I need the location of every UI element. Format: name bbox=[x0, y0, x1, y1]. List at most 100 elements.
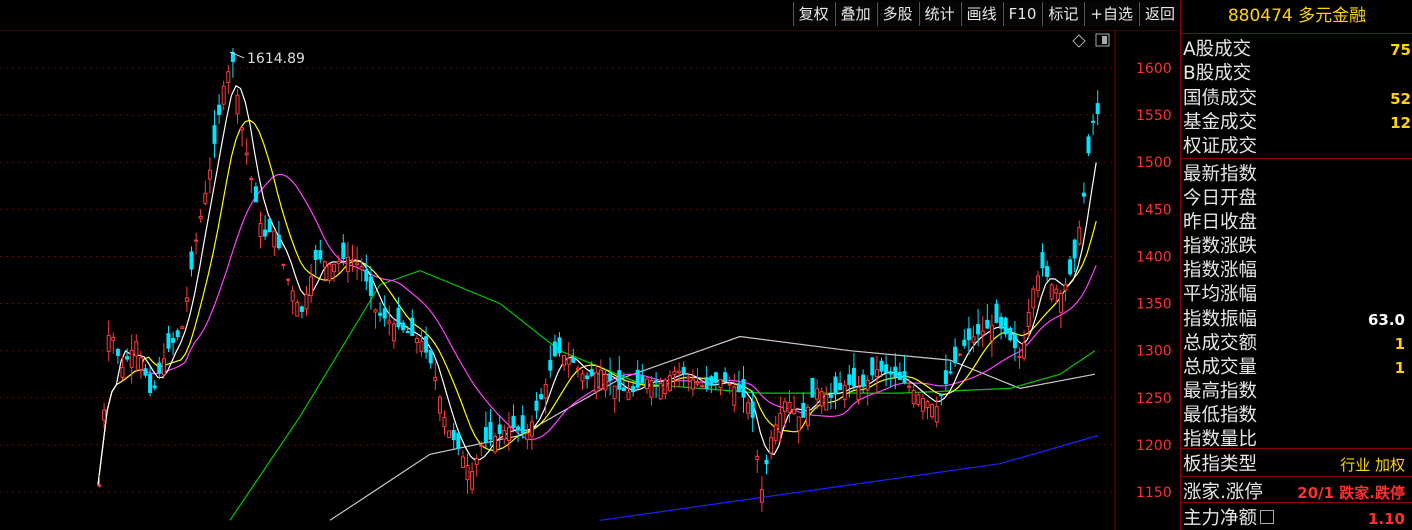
diamond-icon[interactable] bbox=[1072, 34, 1086, 48]
candle-body bbox=[907, 385, 912, 388]
info-value: 75 bbox=[1390, 41, 1411, 59]
candle-body bbox=[621, 387, 626, 392]
y-tick-label: 1300 bbox=[1136, 344, 1172, 360]
toolbar-button-6[interactable]: 标记 bbox=[1042, 2, 1084, 26]
list-icon[interactable] bbox=[1260, 510, 1275, 524]
toolbar-button-2[interactable]: 多股 bbox=[876, 2, 918, 26]
candle-body bbox=[180, 326, 185, 330]
candle-body bbox=[902, 371, 907, 383]
toolbar-button-5[interactable]: F10 bbox=[1002, 2, 1042, 26]
toolbar-button-4[interactable]: 画线 bbox=[960, 2, 1002, 26]
candle-body bbox=[713, 372, 718, 383]
info-row: 涨家.涨停 20/1 跌家.跌停 bbox=[1181, 481, 1412, 505]
info-label: 最高指数 bbox=[1183, 381, 1258, 402]
info-value: 52 bbox=[1390, 90, 1411, 108]
candle-body bbox=[1072, 239, 1077, 259]
candle-body bbox=[562, 354, 567, 366]
high-annotation-label: 1614.89 bbox=[247, 51, 305, 67]
info-row: 指数涨跌 bbox=[1181, 235, 1412, 259]
candle-body bbox=[893, 366, 898, 378]
candle-body bbox=[1054, 288, 1059, 294]
toolbar-button-3[interactable]: 统计 bbox=[918, 2, 960, 26]
candle-body bbox=[838, 382, 843, 391]
candle-body bbox=[1095, 103, 1100, 115]
candle-body bbox=[97, 484, 102, 487]
candle-body bbox=[263, 229, 268, 237]
candle-body bbox=[345, 256, 350, 273]
y-tick-label: 1150 bbox=[1136, 485, 1172, 501]
toolbar-button-8[interactable]: 返回 bbox=[1138, 2, 1180, 26]
info-label: 昨日收盘 bbox=[1183, 212, 1258, 233]
candle-body bbox=[989, 324, 994, 342]
y-tick-label: 1600 bbox=[1136, 61, 1172, 77]
candle-body bbox=[709, 376, 714, 386]
candle-body bbox=[934, 406, 939, 423]
toolbar-button-0[interactable]: 复权 bbox=[792, 2, 834, 26]
candle-body bbox=[198, 215, 203, 219]
candle-body bbox=[966, 328, 971, 341]
candle-body bbox=[925, 401, 930, 409]
candle-body bbox=[286, 278, 291, 281]
candle-body bbox=[102, 409, 107, 421]
info-label: 总成交额 bbox=[1183, 333, 1258, 354]
candle-body bbox=[341, 242, 346, 259]
info-row: 总成交量 1 bbox=[1181, 356, 1412, 380]
candle-body bbox=[644, 378, 649, 390]
candle-body bbox=[557, 337, 562, 354]
candle-body bbox=[1022, 342, 1027, 359]
candle-body bbox=[1049, 284, 1054, 300]
candle-body bbox=[640, 375, 645, 384]
candle-body bbox=[479, 444, 484, 447]
candle-body bbox=[194, 239, 199, 242]
candle-body bbox=[217, 104, 222, 115]
candle-body bbox=[129, 349, 134, 368]
candle-body bbox=[295, 301, 300, 317]
info-label: 权证成交 bbox=[1183, 136, 1258, 157]
info-label: 总成交量 bbox=[1183, 357, 1258, 378]
chart-canvas[interactable]: 1150 1200 1250 1300 1350 1400 1450 1500 1550 1600… bbox=[0, 30, 1180, 530]
candle-body bbox=[778, 412, 783, 433]
candle-body bbox=[612, 385, 617, 400]
candle-body bbox=[985, 319, 990, 329]
candle-body bbox=[874, 369, 879, 378]
candlestick-chart[interactable]: 1150 1200 1250 1300 1350 1400 1450 1500 1550 1600… bbox=[0, 30, 1180, 530]
info-value: 12 bbox=[1390, 114, 1411, 132]
candle-body bbox=[746, 402, 751, 414]
ma5-line bbox=[97, 84, 1097, 486]
toolbar-button-1[interactable]: 叠加 bbox=[834, 2, 876, 26]
candle-body bbox=[948, 371, 953, 374]
candle-body bbox=[1026, 312, 1031, 327]
candle-body bbox=[884, 364, 889, 374]
candle-body bbox=[663, 379, 668, 394]
candle-body bbox=[686, 376, 691, 379]
candle-body bbox=[373, 309, 378, 313]
candle-body bbox=[488, 421, 493, 440]
candle-body bbox=[911, 389, 916, 405]
candle-body bbox=[336, 260, 341, 265]
toolbar-button-7[interactable]: +自选 bbox=[1084, 2, 1138, 26]
candle-body bbox=[424, 336, 429, 353]
candle-body bbox=[405, 331, 410, 334]
candle-body bbox=[543, 384, 548, 399]
candle-body bbox=[571, 357, 576, 363]
index-info-panel: 880474 多元金融 A股成交 75 B股成交 国债成交 52 基金成交 12 权证成交 最新… bbox=[1180, 0, 1412, 530]
candle-body bbox=[842, 384, 847, 400]
candle-body bbox=[1081, 192, 1086, 197]
candle-body bbox=[240, 127, 245, 131]
candle-body bbox=[189, 251, 194, 270]
info-label: A股成交 bbox=[1183, 39, 1252, 60]
candle-body bbox=[428, 349, 433, 364]
info-row: 昨日收盘 bbox=[1181, 211, 1412, 235]
candle-body bbox=[502, 430, 507, 440]
index-title: 880474 多元金融 bbox=[1181, 0, 1412, 34]
candle-body bbox=[184, 297, 189, 302]
info-label: 涨家.涨停 bbox=[1183, 482, 1263, 503]
candle-body bbox=[1091, 120, 1096, 123]
y-tick-label: 1250 bbox=[1136, 391, 1172, 407]
candle-body bbox=[1086, 136, 1091, 154]
info-label: 基金成交 bbox=[1183, 112, 1258, 133]
candle-body bbox=[332, 263, 337, 273]
candle-body bbox=[350, 259, 355, 262]
candle-body bbox=[718, 379, 723, 389]
candle-body bbox=[773, 424, 778, 441]
